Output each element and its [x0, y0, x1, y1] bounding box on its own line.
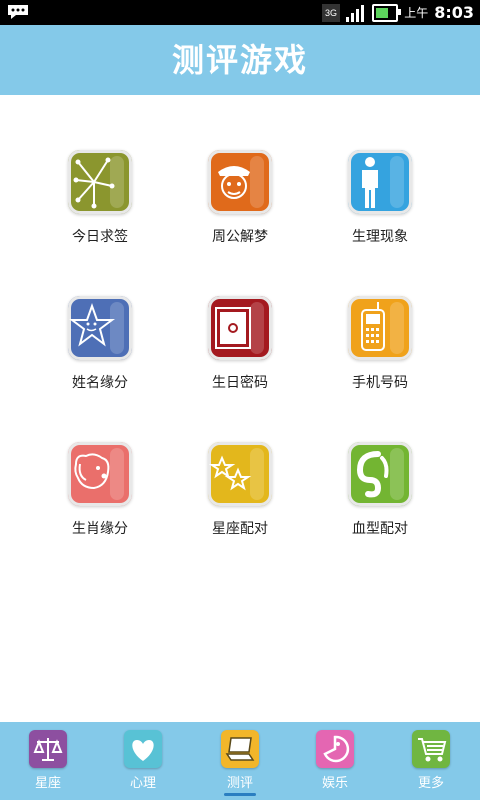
grid-item-label: 周公解梦 — [212, 229, 268, 245]
grid-item-label: 星座配对 — [212, 521, 268, 537]
swirl-icon — [348, 442, 412, 506]
nav-item-more[interactable]: 更多 — [396, 730, 466, 791]
status-bar: 3G 上午 8:03 — [0, 0, 480, 25]
heart-icon — [124, 730, 162, 768]
scales-icon — [29, 730, 67, 768]
grid-row: 姓名缘分 生日密码 手机号码 — [0, 296, 480, 442]
grid-item-blood-type-match[interactable]: 血型配对 — [310, 442, 450, 538]
grid-item-zodiac-animal[interactable]: 生肖缘分 — [30, 442, 170, 538]
grid-item-dream[interactable]: 周公解梦 — [170, 150, 310, 246]
dog-icon — [68, 442, 132, 506]
grid-item-label: 血型配对 — [352, 521, 408, 537]
two-stars-icon — [208, 442, 272, 506]
grid-item-phone-number[interactable]: 手机号码 — [310, 296, 450, 392]
message-notification-icon[interactable] — [6, 3, 30, 21]
status-ampm: 上午 — [404, 6, 429, 20]
nav-item-psychology[interactable]: 心理 — [108, 730, 178, 791]
fortune-sticks-icon — [68, 150, 132, 214]
shopping-cart-icon — [412, 730, 450, 768]
pacman-face-icon — [316, 730, 354, 768]
title-bar: 测评游戏 — [0, 25, 480, 95]
grid-item-label: 生日密码 — [212, 375, 268, 391]
page-title: 测评游戏 — [171, 41, 308, 79]
signal-strength-icon — [346, 4, 366, 22]
grid-item-label: 姓名缘分 — [72, 375, 128, 391]
grid-row: 生肖缘分 星座配对 血型配对 — [0, 442, 480, 588]
mobile-phone-icon — [348, 296, 412, 360]
nav-item-entertainment[interactable]: 娱乐 — [300, 730, 370, 791]
network-3g-icon: 3G — [322, 3, 341, 22]
bottom-navigation: 星座 心理 测评 娱乐 更多 — [0, 722, 480, 800]
grid-item-label: 生肖缘分 — [72, 521, 128, 537]
grid-item-fortune[interactable]: 今日求签 — [30, 150, 170, 246]
grid-item-label: 生理现象 — [352, 229, 408, 245]
status-time: 8:03 — [434, 3, 474, 22]
star-face-icon — [68, 296, 132, 360]
safe-icon — [208, 296, 272, 360]
grid-item-birthday[interactable]: 生日密码 — [170, 296, 310, 392]
nav-label: 星座 — [34, 776, 61, 791]
nav-label: 娱乐 — [321, 776, 348, 791]
nav-label: 测评 — [226, 776, 253, 791]
grid-row: 今日求签 周公解梦 生理现象 — [0, 150, 480, 296]
police-face-icon — [208, 150, 272, 214]
active-tab-indicator — [224, 793, 256, 796]
nav-label: 心理 — [129, 776, 156, 791]
grid-item-label: 今日求签 — [72, 229, 128, 245]
grid-item-constellation-match[interactable]: 星座配对 — [170, 442, 310, 538]
grid-item-physiology[interactable]: 生理现象 — [310, 150, 450, 246]
test-games-grid: 今日求签 周公解梦 生理现象 姓名缘分 生日密码 手机号码 生肖缘分 星座配对 … — [0, 150, 480, 588]
grid-item-label: 手机号码 — [352, 375, 408, 391]
nav-label: 更多 — [417, 776, 444, 791]
battery-icon — [372, 3, 402, 22]
nav-item-horoscope[interactable]: 星座 — [13, 730, 83, 791]
grid-item-name-fate[interactable]: 姓名缘分 — [30, 296, 170, 392]
svg-text:3G: 3G — [325, 8, 337, 18]
human-body-icon — [348, 150, 412, 214]
nav-item-tests[interactable]: 测评 — [205, 730, 275, 796]
laptop-icon — [221, 730, 259, 768]
